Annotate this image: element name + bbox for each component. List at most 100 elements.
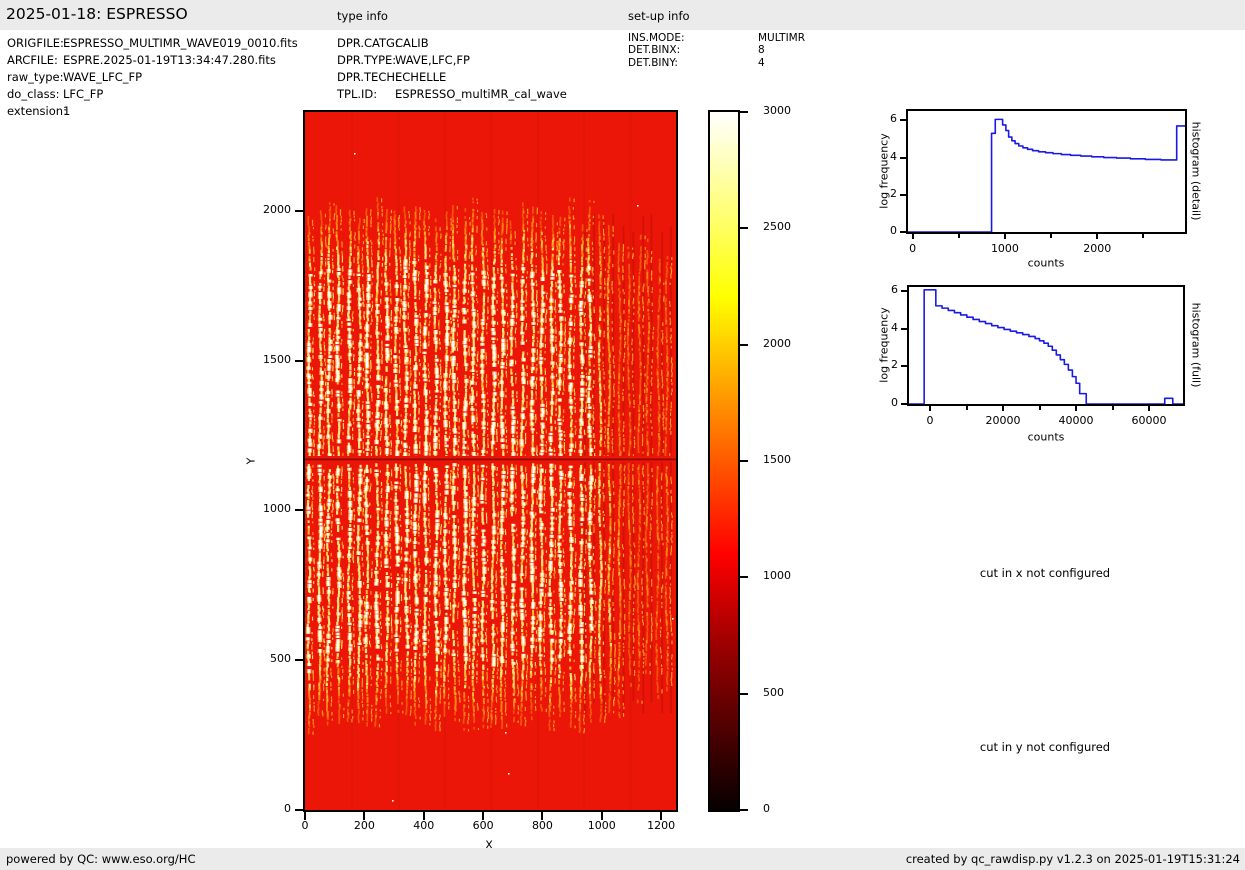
meta-label: DPR.TECH: [337,70,399,84]
main-y-axis-label: Y [244,457,258,465]
colorbar-tick-label: 1000 [763,569,791,583]
hist-full-y-label: log frequency [877,307,891,383]
meta-value: MULTIMR [758,32,806,44]
histogram-detail-panel: log frequency counts histogram (detail) … [870,100,1245,276]
colorbar-gradient [708,110,740,812]
main-y-tick [295,359,303,362]
meta-value: 4 [758,56,765,69]
hist-x-tick [911,234,914,239]
main-y-tick-label: 1000 [263,502,291,516]
hist-x-tick-minor [1050,234,1053,238]
header-bar: 2025-01-18: ESPRESSO type info set-up in… [0,0,1245,30]
meta-value: LFC_FP [63,87,104,101]
colorbar-tick [740,692,748,695]
meta-row: ARCFILE: ESPRE.2025-01-19T13:34:47.280.fi… [7,53,276,67]
hist-x-tick-label: 2000 [1083,242,1112,255]
meta-row: INS.MODE: MULTIMR [628,32,805,44]
colorbar-tick [740,576,748,579]
meta-row: raw_type:WAVE_LFC_FP [7,70,142,84]
hist-y-tick-label: 4 [890,149,897,163]
hist-x-tick-label: 40000 [1058,414,1094,427]
main-y-tick [295,659,303,662]
colorbar: 0 500 1000 1500 2000 2500 3000 [706,100,816,820]
colorbar-tick [740,460,748,462]
meta-label: ARCFILE: [7,53,58,67]
hist-full-x-label: counts [1027,430,1065,444]
hist-detail-x-label: counts [1027,256,1065,270]
setup-info-heading: set-up info [628,9,690,23]
main-y-tick-label: 0 [284,802,291,815]
hist-x-tick-minor [957,234,960,238]
hist-detail-side-label: histogram (detail) [1189,121,1203,221]
hist-x-tick [1148,406,1151,411]
hist-y-tick [901,403,907,405]
meta-value: 8 [758,44,765,57]
hist-y-tick-label: 6 [891,282,898,296]
colorbar-tick-label: 500 [763,685,784,699]
hist-y-tick-label: 0 [890,224,897,237]
hist-x-tick [1075,406,1078,411]
meta-label: INS.MODE: [628,32,685,44]
meta-value: ESPRE.2025-01-19T13:34:47.280.fits [63,53,276,67]
colorbar-tick [740,343,748,346]
meta-label: DPR.CATG: [337,36,399,50]
type-info-heading: type info [337,9,388,23]
hist-y-tick-label: 0 [891,396,898,409]
hist-y-tick-label: 4 [891,320,898,334]
meta-label: extension: [7,104,67,118]
meta-label: raw_type: [7,70,64,84]
meta-label: DET.BINX: [628,44,681,57]
meta-row: DPR.TECH:ECHELLE [337,70,446,84]
hist-y-tick-label: 6 [890,112,897,126]
meta-row: DPR.CATG:CALIB [337,36,429,50]
main-x-tick-label: 0 [301,819,309,832]
main-x-tick-label: 600 [472,819,494,832]
colorbar-tick-label: 0 [763,802,770,815]
meta-label: ORIGFILE: [7,36,64,50]
main-y-tick-label: 1500 [263,352,291,366]
meta-row: DET.BINX: 8 [628,44,765,56]
colorbar-tick [740,227,748,230]
main-y-tick-label: 2000 [263,202,291,216]
meta-label: DET.BINY: [628,56,678,69]
meta-label: TPL.ID: [337,87,378,101]
hist-y-tick-label: 2 [890,186,897,200]
hist-x-tick-label: 60000 [1131,414,1167,427]
hist-y-tick [901,327,907,330]
hist-x-tick-minor [1038,406,1041,410]
meta-value: WAVE_LFC_FP [63,70,143,84]
hist-y-tick [900,231,906,233]
hist-x-tick [1003,234,1006,239]
footer-right-text: created by qc_rawdisp.py v1.2.3 on 2025-… [905,852,1240,866]
main-x-tick-label: 400 [413,819,435,832]
meta-label: DPR.TYPE: [337,53,397,67]
meta-value: ESPRESSO_MULTIMR_WAVE019_0010.fits [63,36,298,50]
raw-frame-image [303,110,678,812]
hist-x-tick-label: 0 [909,242,917,255]
meta-value: 1 [63,104,71,118]
histogram-full-canvas [907,285,1185,406]
meta-row: DET.BINY: 4 [628,57,765,69]
meta-row: TPL.ID: ESPRESSO_multiMR_cal_wave [337,87,567,101]
colorbar-tick-label: 3000 [763,104,791,117]
meta-value: CALIB [395,36,429,50]
main-x-tick-label: 800 [531,819,553,832]
meta-value: WAVE,LFC,FP [395,53,470,67]
hist-y-tick [901,365,907,368]
meta-row: extension:1 [7,104,70,118]
main-y-tick [295,509,303,512]
cut-y-message: cut in y not configured [979,740,1111,754]
main-y-tick-label: 500 [270,652,291,666]
footer-left-text: powered by QC: www.eso.org/HC [6,852,196,866]
colorbar-tick [740,809,748,811]
cut-x-message: cut in x not configured [979,566,1111,580]
main-y-tick [295,209,303,212]
hist-x-tick-label: 20000 [985,414,1021,427]
meta-label: do_class: [7,87,60,101]
histogram-full-panel: log frequency counts histogram (full) 0 2… [870,276,1245,452]
meta-value: ESPRESSO_multiMR_cal_wave [395,87,567,101]
colorbar-tick-label: 2000 [763,336,791,350]
main-x-tick-label: 1200 [647,819,676,832]
hist-x-tick [928,406,931,411]
hist-x-tick-label: 0 [926,414,934,427]
